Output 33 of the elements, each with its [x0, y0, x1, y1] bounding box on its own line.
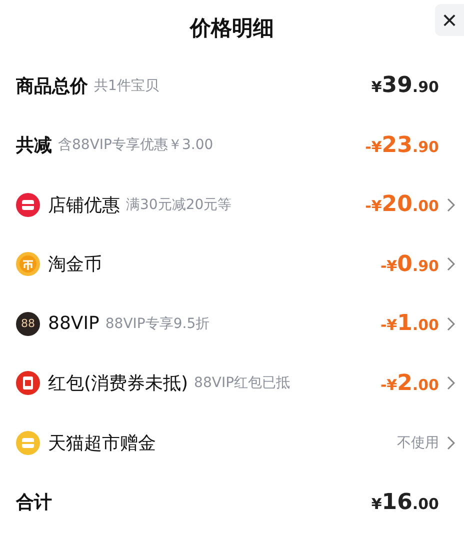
- chevron-icon[interactable]: [447, 436, 455, 450]
- shop-icon: [16, 192, 40, 217]
- chevron-icon[interactable]: [447, 257, 455, 272]
- amount-text: -¥0.90: [380, 252, 439, 277]
- amount-text: -¥1.00: [380, 311, 439, 336]
- amount-text: -¥20.00: [365, 192, 439, 218]
- row-label: 红包(消费券未抵): [48, 372, 188, 396]
- row-label: 淘金币: [48, 253, 102, 276]
- amount-text: -¥23.90: [365, 132, 439, 158]
- row-label: 共减: [16, 134, 52, 158]
- amount-text: ¥16.00: [371, 490, 439, 515]
- chevron-icon[interactable]: [447, 376, 455, 390]
- row-label: 商品总价: [16, 74, 88, 98]
- row-note: 满30元减20元等: [126, 196, 232, 214]
- row-note: 88VIP专享9.5折: [105, 314, 210, 333]
- amount-text: 不使用: [397, 434, 439, 452]
- row-label: 店铺优惠: [48, 194, 120, 217]
- row-label: 88VIP: [48, 313, 100, 334]
- sheet-title: 价格明细: [190, 15, 274, 42]
- gift-icon: [16, 430, 40, 455]
- row-note: 含88VIP专享优惠￥3.00: [58, 136, 214, 154]
- chevron-icon[interactable]: [447, 316, 455, 331]
- row-note: 88VIP红包已抵: [194, 374, 290, 392]
- row-label: 天猫超市赠金: [48, 432, 156, 455]
- close-button[interactable]: ×: [435, 4, 464, 36]
- amount-text: -¥2.00: [380, 370, 439, 396]
- amount-text: ¥39.90: [371, 73, 439, 98]
- vip-badge-icon: 88: [16, 312, 40, 336]
- chevron-icon[interactable]: [447, 198, 455, 212]
- envelope-icon: [16, 371, 40, 396]
- row-note: 共1件宝贝: [94, 76, 159, 95]
- row-label: 合计: [16, 491, 52, 514]
- coin-icon: [16, 252, 40, 276]
